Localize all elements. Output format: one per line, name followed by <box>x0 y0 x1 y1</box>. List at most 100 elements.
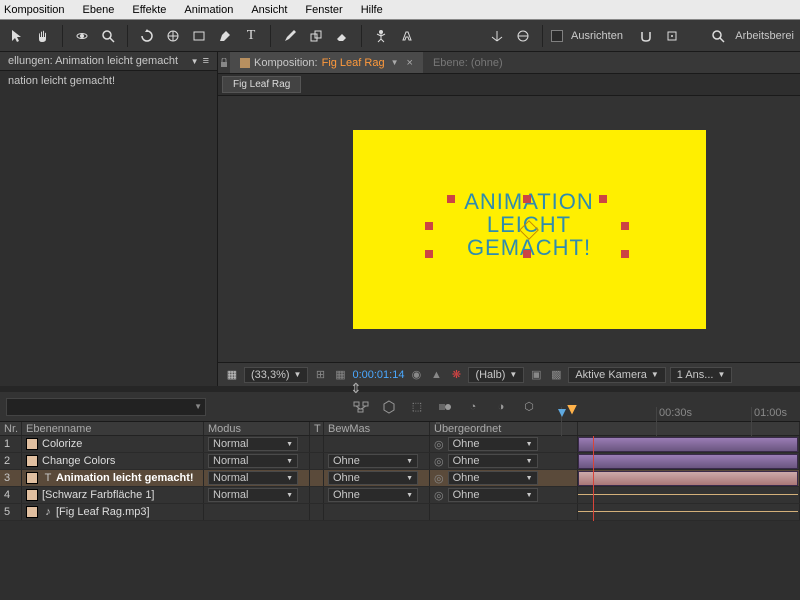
snap-icon[interactable] <box>635 25 657 47</box>
world-axis-icon[interactable] <box>512 25 534 47</box>
brush-tool-icon[interactable] <box>279 25 301 47</box>
menu-view[interactable]: Ansicht <box>251 4 287 16</box>
roto-tool-icon[interactable] <box>396 25 418 47</box>
pickwhip-icon[interactable]: ◎ <box>434 455 444 468</box>
rotate-tool-icon[interactable] <box>136 25 158 47</box>
panel-menu-icon[interactable]: ≡ <box>203 55 209 67</box>
layer-bar[interactable] <box>578 437 798 452</box>
chevron-down-icon[interactable]: ▼ <box>191 57 199 66</box>
layer-name-cell[interactable]: ♪[Fig Leaf Rag.mp3] <box>22 504 204 520</box>
hand-tool-icon[interactable] <box>32 25 54 47</box>
snapshot-icon[interactable]: ◉ <box>408 368 424 381</box>
panel-tab[interactable]: ellungen: Animation leicht gemacht ▼ ≡ <box>0 52 217 71</box>
selection-handle[interactable] <box>523 250 531 258</box>
zoom-tool-icon[interactable] <box>97 25 119 47</box>
menu-effects[interactable]: Effekte <box>132 4 166 16</box>
color-label[interactable] <box>26 472 38 484</box>
comp-tab-active[interactable]: Komposition: Fig Leaf Rag ▼ × <box>230 52 423 73</box>
pen-tool-icon[interactable] <box>214 25 236 47</box>
resize-grip-icon[interactable]: ⇕ <box>350 380 362 397</box>
draft3d-icon[interactable] <box>380 398 398 416</box>
transparency-icon[interactable]: ▩ <box>548 368 564 381</box>
menu-animation[interactable]: Animation <box>184 4 233 16</box>
eraser-tool-icon[interactable] <box>331 25 353 47</box>
motion-blur-icon[interactable] <box>436 398 454 416</box>
timeline-search-input[interactable] <box>6 398 206 416</box>
close-icon[interactable]: × <box>407 57 413 69</box>
panel-split-handle[interactable]: ⇕ <box>0 386 800 392</box>
layer-name-cell[interactable]: [Schwarz Farbfläche 1] <box>22 487 204 503</box>
graph-editor-icon[interactable]: ◔ <box>464 398 482 416</box>
chevron-down-icon[interactable]: ▼ <box>194 402 202 411</box>
selection-handle[interactable] <box>599 195 607 203</box>
col-name[interactable]: Ebenenname <box>22 422 204 435</box>
align-checkbox[interactable] <box>551 30 563 42</box>
trkmat-dropdown[interactable]: Ohne▼ <box>328 471 418 485</box>
comp-canvas[interactable]: ANIMATION LEICHT GEMACHT! <box>353 130 706 329</box>
lock-icon[interactable] <box>218 52 230 73</box>
comp-viewer[interactable]: ANIMATION LEICHT GEMACHT! <box>218 96 800 362</box>
col-parent[interactable]: Übergeordnet <box>430 422 578 435</box>
mode-dropdown[interactable]: Normal▼ <box>208 437 298 451</box>
snap-extend-icon[interactable] <box>661 25 683 47</box>
mode-dropdown[interactable]: Normal▼ <box>208 488 298 502</box>
color-mgmt-icon[interactable]: ❋ <box>448 368 464 381</box>
col-mode[interactable]: Modus <box>204 422 310 435</box>
parent-dropdown[interactable]: Ohne▼ <box>448 488 538 502</box>
clone-tool-icon[interactable] <box>305 25 327 47</box>
channel-icon[interactable]: ▲ <box>428 369 444 381</box>
timecode[interactable]: 0:00:01:14 <box>352 369 404 381</box>
trkmat-dropdown[interactable]: Ohne▼ <box>328 454 418 468</box>
roi-icon[interactable]: ⊞ <box>312 368 328 381</box>
trkmat-dropdown[interactable]: Ohne▼ <box>328 488 418 502</box>
brainstorm-icon[interactable]: ◑ <box>492 398 510 416</box>
puppet-tool-icon[interactable] <box>370 25 392 47</box>
col-trkmat[interactable]: BewMas <box>324 422 430 435</box>
selection-handle[interactable] <box>425 222 433 230</box>
grid-icon[interactable]: ▦ <box>332 368 348 381</box>
color-label[interactable] <box>26 455 38 467</box>
layer-name-cell[interactable]: TAnimation leicht gemacht! <box>22 470 204 486</box>
parent-dropdown[interactable]: Ohne▼ <box>448 454 538 468</box>
comp-subtab[interactable]: Fig Leaf Rag <box>222 76 301 93</box>
col-t[interactable]: T <box>310 422 324 435</box>
selection-handle[interactable] <box>621 222 629 230</box>
auto-keyframe-icon[interactable]: ⬡ <box>520 398 538 416</box>
color-label[interactable] <box>26 506 38 518</box>
layer-name-cell[interactable]: Colorize <box>22 436 204 452</box>
pan-behind-tool-icon[interactable] <box>162 25 184 47</box>
comp-tab-layer[interactable]: Ebene: (ohne) <box>423 52 513 73</box>
selection-handle[interactable] <box>621 250 629 258</box>
layer-name-cell[interactable]: Change Colors <box>22 453 204 469</box>
effect-name[interactable]: nation leicht gemacht! <box>8 75 115 87</box>
always-preview-icon[interactable]: ▦ <box>224 368 240 381</box>
playhead-line[interactable] <box>593 436 594 521</box>
pickwhip-icon[interactable]: ◎ <box>434 472 444 485</box>
layer-bar[interactable] <box>578 454 798 469</box>
rect-tool-icon[interactable] <box>188 25 210 47</box>
pickwhip-icon[interactable]: ◎ <box>434 489 444 502</box>
color-label[interactable] <box>26 438 38 450</box>
mode-dropdown[interactable]: Normal▼ <box>208 454 298 468</box>
chevron-down-icon[interactable]: ▼ <box>391 58 399 67</box>
layer-bar[interactable] <box>578 494 798 495</box>
col-nr[interactable]: Nr. <box>0 422 22 435</box>
local-axis-icon[interactable] <box>486 25 508 47</box>
search-icon[interactable] <box>707 25 729 47</box>
menu-help[interactable]: Hilfe <box>361 4 383 16</box>
type-tool-icon[interactable]: T <box>240 25 262 47</box>
parent-dropdown[interactable]: Ohne▼ <box>448 437 538 451</box>
workspace-label[interactable]: Arbeitsberei <box>735 30 794 42</box>
camera-dropdown[interactable]: Aktive Kamera▼ <box>568 367 665 383</box>
selection-handle[interactable] <box>425 250 433 258</box>
pickwhip-icon[interactable]: ◎ <box>434 438 444 451</box>
menu-window[interactable]: Fenster <box>305 4 342 16</box>
menu-composition[interactable]: Komposition <box>4 4 65 16</box>
layer-bar[interactable] <box>578 511 798 512</box>
selection-handle[interactable] <box>447 195 455 203</box>
menu-layer[interactable]: Ebene <box>83 4 115 16</box>
views-dropdown[interactable]: 1 Ans...▼ <box>670 367 733 383</box>
comp-flowchart-icon[interactable] <box>352 398 370 416</box>
frame-blend-icon[interactable]: ⬚ <box>408 398 426 416</box>
selection-tool-icon[interactable] <box>6 25 28 47</box>
